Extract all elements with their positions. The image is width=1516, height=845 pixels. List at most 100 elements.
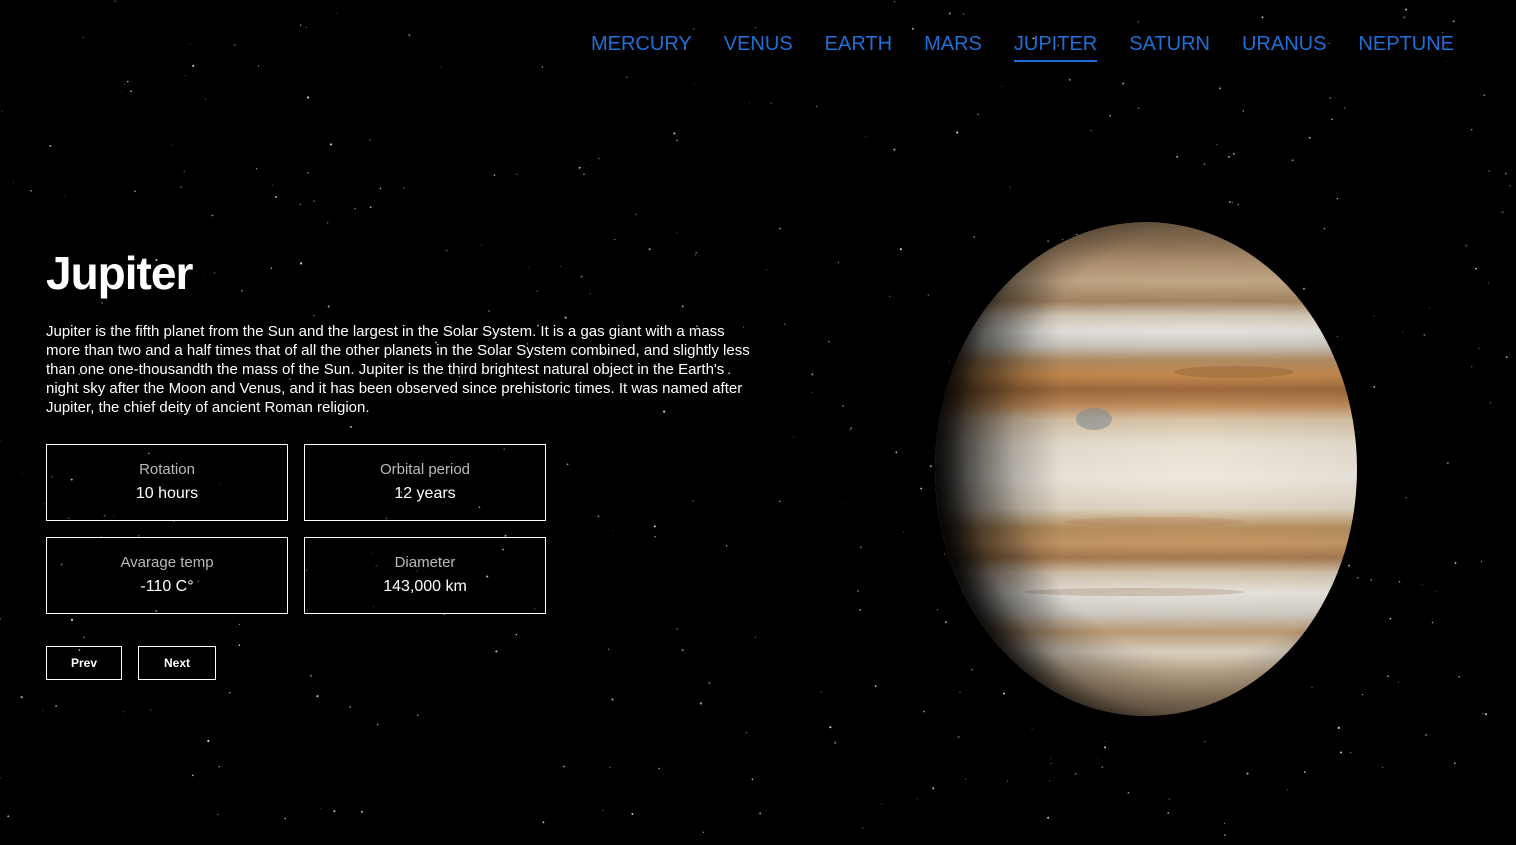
- star: [299, 24, 302, 26]
- star: [1291, 159, 1294, 162]
- star: [889, 295, 891, 297]
- stat-label: Orbital period: [379, 461, 471, 478]
- planet-nav: MERCURY VENUS EARTH MARS JUPITER SATURN …: [559, 32, 1454, 62]
- star: [1389, 617, 1392, 620]
- star: [7, 815, 10, 818]
- star: [608, 766, 611, 769]
- star: [172, 144, 174, 146]
- star: [1453, 762, 1456, 765]
- star: [184, 74, 186, 76]
- star: [598, 157, 600, 160]
- star: [1431, 621, 1434, 624]
- star: [751, 778, 754, 781]
- star: [1049, 780, 1051, 782]
- star: [327, 222, 329, 224]
- star: [842, 405, 845, 408]
- star: [811, 373, 814, 376]
- star: [217, 814, 219, 816]
- planet-description: Jupiter is the fifth planet from the Sun…: [46, 323, 750, 416]
- star: [591, 164, 593, 166]
- star: [837, 262, 839, 264]
- star: [1308, 136, 1311, 139]
- star: [310, 674, 312, 677]
- star: [1482, 713, 1484, 715]
- star: [749, 102, 751, 104]
- star: [916, 798, 918, 800]
- nav-item-neptune[interactable]: NEPTUNE: [1358, 32, 1454, 62]
- star: [1049, 758, 1051, 760]
- star: [305, 26, 307, 28]
- star: [229, 691, 231, 694]
- star: [189, 43, 191, 45]
- star: [779, 227, 781, 230]
- star: [1101, 766, 1104, 769]
- star: [859, 609, 862, 611]
- star: [694, 84, 696, 86]
- star: [1050, 762, 1052, 764]
- star: [1435, 590, 1437, 592]
- nav-item-mercury[interactable]: MERCURY: [591, 32, 692, 62]
- nav-item-jupiter[interactable]: JUPITER: [1013, 32, 1098, 62]
- star: [1471, 365, 1473, 368]
- star: [1203, 163, 1206, 166]
- star: [1421, 583, 1423, 585]
- star: [271, 184, 273, 186]
- star: [180, 186, 182, 188]
- star: [55, 704, 58, 708]
- star: [676, 139, 679, 142]
- star: [114, 0, 117, 3]
- star: [1218, 87, 1221, 90]
- star: [0, 777, 1, 779]
- star: [369, 206, 372, 209]
- star: [1168, 798, 1171, 800]
- star: [1403, 16, 1406, 19]
- stat-average-temp: Avarage temp -110 C°: [46, 537, 288, 614]
- star: [183, 170, 185, 173]
- star: [233, 44, 236, 46]
- star: [1097, 758, 1099, 760]
- star: [1509, 185, 1512, 187]
- planet-stats: Rotation 10 hours Orbital period 12 year…: [46, 444, 546, 614]
- star: [1350, 751, 1352, 754]
- prev-button[interactable]: Prev: [46, 646, 122, 680]
- nav-item-mars[interactable]: MARS: [924, 32, 982, 62]
- star: [1242, 110, 1245, 112]
- star: [316, 695, 319, 698]
- star: [63, 195, 66, 197]
- star: [957, 735, 960, 739]
- star: [911, 27, 914, 30]
- star: [1127, 792, 1130, 794]
- star: [1001, 85, 1003, 87]
- next-button[interactable]: Next: [138, 646, 216, 680]
- star: [597, 515, 600, 518]
- star: [43, 503, 46, 505]
- star: [653, 525, 656, 528]
- star: [965, 778, 967, 780]
- star: [626, 76, 628, 78]
- star: [369, 139, 371, 141]
- star: [1447, 462, 1449, 464]
- star: [1047, 816, 1050, 819]
- star: [1104, 746, 1107, 749]
- nav-item-uranus[interactable]: URANUS: [1242, 32, 1326, 62]
- star: [745, 731, 748, 734]
- star: [859, 546, 862, 549]
- star: [1505, 356, 1508, 358]
- star: [307, 172, 309, 174]
- star: [192, 64, 195, 67]
- star: [614, 238, 616, 241]
- nav-item-saturn[interactable]: SATURN: [1129, 32, 1210, 62]
- star: [1370, 578, 1373, 581]
- star: [495, 650, 498, 653]
- star: [929, 465, 932, 468]
- star: [759, 812, 762, 815]
- star: [1246, 772, 1249, 775]
- star: [1228, 155, 1231, 158]
- star: [1423, 334, 1426, 337]
- star: [329, 143, 333, 146]
- star: [956, 131, 959, 134]
- star: [765, 269, 767, 271]
- nav-item-venus[interactable]: VENUS: [724, 32, 793, 62]
- nav-item-earth[interactable]: EARTH: [825, 32, 892, 62]
- star: [1237, 203, 1239, 206]
